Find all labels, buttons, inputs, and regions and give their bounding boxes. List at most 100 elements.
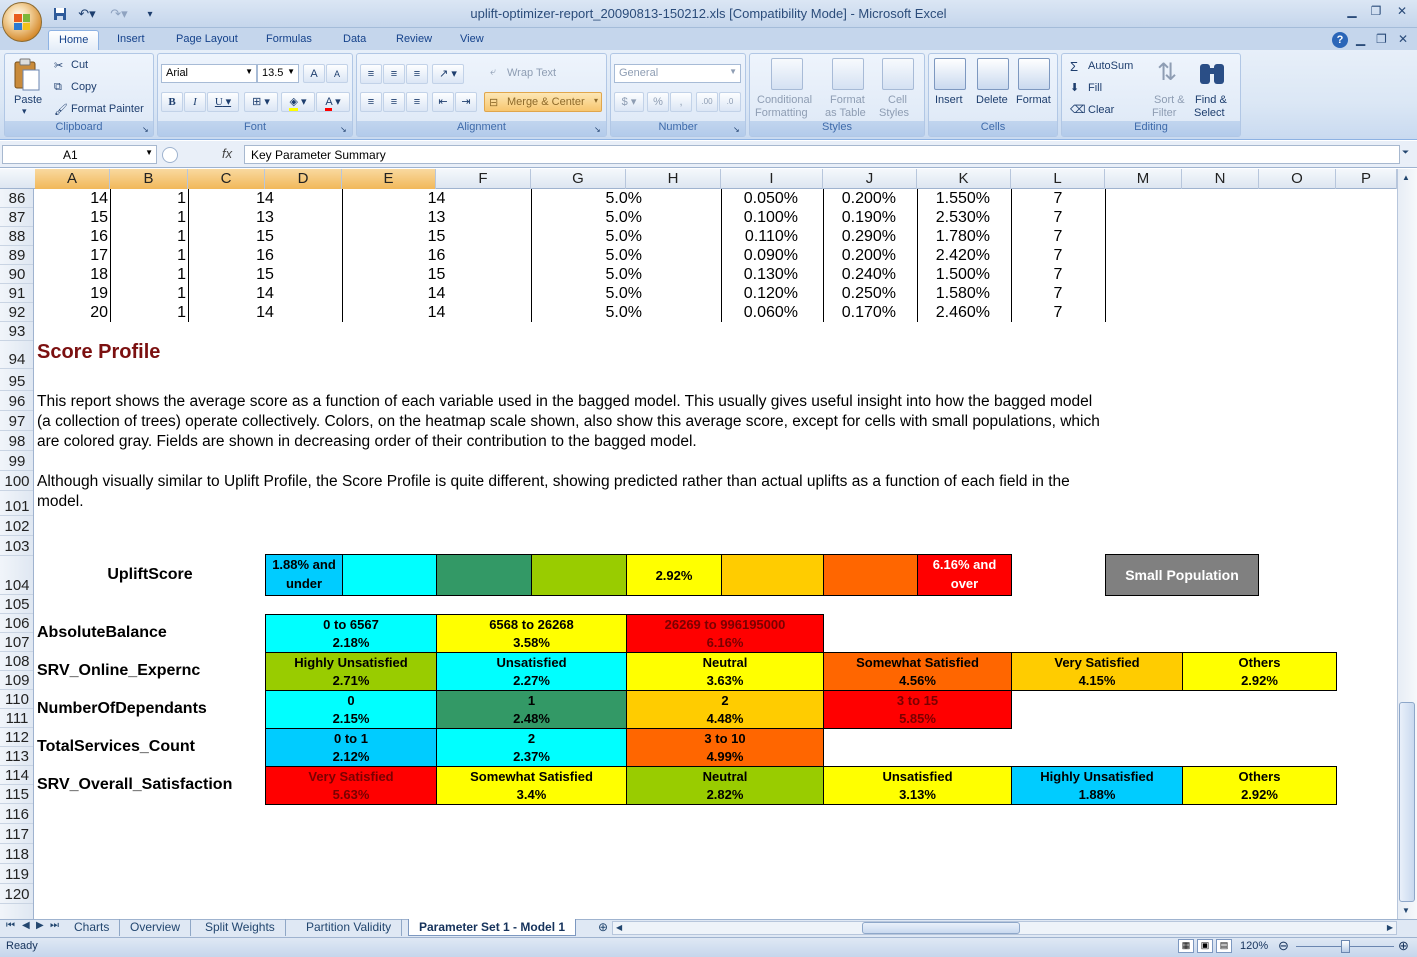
insert-cells-button[interactable]: Insert bbox=[935, 94, 963, 106]
cut-icon[interactable]: ✂ bbox=[54, 59, 63, 72]
row-header-102[interactable]: 102 bbox=[0, 516, 33, 536]
column-header-m[interactable]: M bbox=[1105, 169, 1182, 189]
row-header-95[interactable]: 95 bbox=[0, 369, 33, 391]
row-header-116[interactable]: 116 bbox=[0, 804, 33, 824]
tab-formulas[interactable]: Formulas bbox=[256, 30, 322, 50]
row-header-92[interactable]: 92 bbox=[0, 303, 33, 322]
sheet-tab-charts[interactable]: Charts bbox=[64, 919, 121, 936]
fill-color-button[interactable]: ◈ ▾ bbox=[281, 92, 315, 112]
align-left-button[interactable]: ≡ bbox=[360, 92, 382, 112]
name-box[interactable]: A1 ▼ bbox=[2, 145, 157, 164]
expand-formula-bar-icon[interactable]: ⏷ bbox=[1402, 147, 1409, 158]
column-header-h[interactable]: H bbox=[626, 169, 721, 189]
tab-home[interactable]: Home bbox=[48, 30, 100, 50]
zoom-out-icon[interactable]: ⊖ bbox=[1278, 938, 1289, 954]
align-center-button[interactable]: ≡ bbox=[383, 92, 405, 112]
row-header-98[interactable]: 98 bbox=[0, 431, 33, 451]
row-header-103[interactable]: 103 bbox=[0, 536, 33, 556]
column-header-o[interactable]: O bbox=[1259, 169, 1336, 189]
zoom-level[interactable]: 120% bbox=[1240, 940, 1268, 952]
column-header-j[interactable]: J bbox=[823, 169, 917, 189]
copy-icon[interactable]: ⧉ bbox=[54, 81, 62, 94]
tab-view[interactable]: View bbox=[450, 30, 494, 50]
maximize-icon[interactable]: ❐ bbox=[1364, 4, 1388, 20]
row-header-114[interactable]: 114 bbox=[0, 766, 33, 785]
row-header-110[interactable]: 110 bbox=[0, 690, 33, 709]
zoom-slider-thumb[interactable] bbox=[1341, 940, 1350, 953]
last-sheet-icon[interactable]: ⏭ bbox=[50, 920, 59, 931]
row-header-99[interactable]: 99 bbox=[0, 451, 33, 471]
format-painter-icon[interactable]: 🖌 bbox=[54, 103, 68, 116]
row-header-115[interactable]: 115 bbox=[0, 785, 33, 804]
office-button[interactable] bbox=[2, 2, 42, 42]
find-select-label-1[interactable]: Find & bbox=[1195, 94, 1227, 106]
font-launcher-icon[interactable]: ↘ bbox=[340, 125, 347, 134]
scroll-down-icon[interactable]: ▼ bbox=[1402, 906, 1410, 915]
sort-filter-label-1[interactable]: Sort & bbox=[1154, 94, 1185, 106]
column-header-e[interactable]: E bbox=[342, 169, 436, 189]
conditional-formatting-label-2[interactable]: Formatting bbox=[755, 107, 808, 119]
cut-button[interactable]: Cut bbox=[71, 59, 88, 71]
row-header-97[interactable]: 97 bbox=[0, 411, 33, 431]
increase-indent-button[interactable]: ⇥ bbox=[455, 92, 477, 112]
row-header-90[interactable]: 90 bbox=[0, 265, 33, 284]
cell-styles-label-1[interactable]: Cell bbox=[888, 94, 907, 106]
scroll-right-icon[interactable]: ▶ bbox=[1387, 923, 1393, 932]
cell-styles-label-2[interactable]: Styles bbox=[879, 107, 909, 119]
minimize-icon[interactable]: ▁ bbox=[1340, 4, 1364, 20]
underline-button[interactable]: U ▾ bbox=[207, 92, 239, 112]
tab-page-layout[interactable]: Page Layout bbox=[166, 30, 248, 50]
row-header-94[interactable]: 94 bbox=[0, 341, 33, 369]
align-middle-button[interactable]: ≡ bbox=[383, 64, 405, 84]
column-header-g[interactable]: G bbox=[531, 169, 626, 189]
row-header-86[interactable]: 86 bbox=[0, 189, 33, 208]
paste-button[interactable]: Paste bbox=[14, 94, 42, 106]
tab-review[interactable]: Review bbox=[386, 30, 442, 50]
row-header-96[interactable]: 96 bbox=[0, 391, 33, 411]
font-name-combo[interactable]: Arial ▼ bbox=[161, 64, 257, 83]
row-header-107[interactable]: 107 bbox=[0, 633, 33, 652]
format-painter-button[interactable]: Format Painter bbox=[71, 103, 144, 115]
row-header-108[interactable]: 108 bbox=[0, 652, 33, 671]
copy-button[interactable]: Copy bbox=[71, 81, 97, 93]
format-as-table-label-1[interactable]: Format bbox=[830, 94, 865, 106]
sheet-tab-parameter-set-1[interactable]: Parameter Set 1 - Model 1 bbox=[408, 919, 577, 936]
font-size-combo[interactable]: 13.5 ▼ bbox=[257, 64, 299, 83]
align-top-button[interactable]: ≡ bbox=[360, 64, 382, 84]
horizontal-scroll-thumb[interactable] bbox=[862, 922, 1020, 934]
delete-cells-button[interactable]: Delete bbox=[976, 94, 1008, 106]
row-header-117[interactable]: 117 bbox=[0, 824, 33, 844]
row-header-104[interactable]: 104 bbox=[0, 556, 33, 595]
page-break-view-icon[interactable]: ▤ bbox=[1216, 939, 1232, 953]
align-right-button[interactable]: ≡ bbox=[406, 92, 428, 112]
tab-data[interactable]: Data bbox=[333, 30, 376, 50]
percent-style-button[interactable]: % bbox=[647, 92, 669, 112]
formula-input[interactable]: Key Parameter Summary bbox=[244, 145, 1400, 164]
column-header-d[interactable]: D bbox=[265, 169, 342, 189]
alignment-launcher-icon[interactable]: ↘ bbox=[594, 125, 601, 134]
fill-button[interactable]: Fill bbox=[1088, 82, 1102, 94]
column-header-b[interactable]: B bbox=[110, 169, 188, 189]
row-header-87[interactable]: 87 bbox=[0, 208, 33, 227]
next-sheet-icon[interactable]: ▶ bbox=[36, 920, 44, 931]
tab-insert[interactable]: Insert bbox=[107, 30, 155, 50]
column-header-i[interactable]: I bbox=[721, 169, 823, 189]
increase-decimal-button[interactable]: .00 bbox=[696, 92, 718, 112]
column-header-f[interactable]: F bbox=[436, 169, 531, 189]
zoom-in-icon[interactable]: ⊕ bbox=[1398, 938, 1409, 954]
normal-view-icon[interactable]: ▦ bbox=[1178, 939, 1194, 953]
autosum-button[interactable]: AutoSum bbox=[1088, 60, 1133, 72]
row-header-93[interactable]: 93 bbox=[0, 322, 33, 341]
sort-filter-label-2[interactable]: Filter bbox=[1152, 107, 1176, 119]
row-header-120[interactable]: 120 bbox=[0, 884, 33, 904]
font-color-button[interactable]: A ▾ bbox=[316, 92, 350, 112]
insert-function-icon[interactable]: fx bbox=[222, 146, 232, 161]
ribbon-minimize-icon[interactable]: ▁ bbox=[1356, 32, 1365, 46]
formula-bar-sizer-icon[interactable] bbox=[162, 147, 178, 163]
scroll-left-icon[interactable]: ◀ bbox=[616, 923, 622, 932]
row-header-119[interactable]: 119 bbox=[0, 864, 33, 884]
prev-sheet-icon[interactable]: ◀ bbox=[22, 920, 30, 931]
row-header-91[interactable]: 91 bbox=[0, 284, 33, 303]
sheet-tab-split-weights[interactable]: Split Weights bbox=[195, 919, 286, 936]
accounting-format-button[interactable]: $ ▾ bbox=[614, 92, 644, 112]
